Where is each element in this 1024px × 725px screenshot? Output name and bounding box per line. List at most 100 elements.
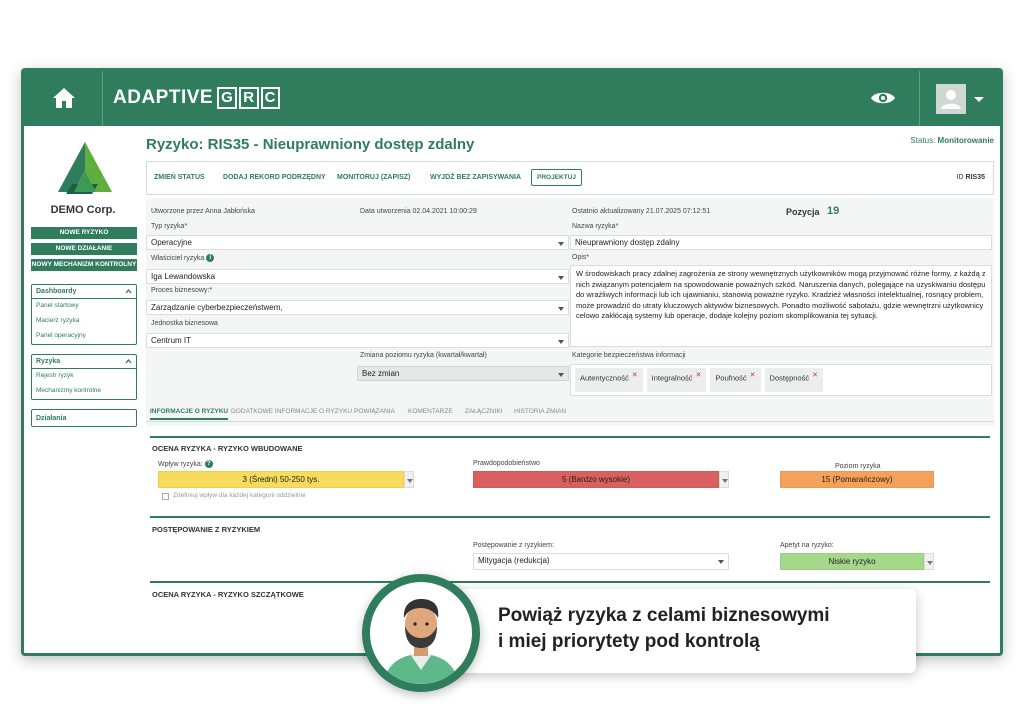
top-navigation-bar: ADAPTIVE G R C bbox=[24, 71, 1000, 126]
section-divider bbox=[150, 436, 990, 438]
page-title: Ryzyko: RIS35 - Nieuprawniony dostęp zda… bbox=[146, 136, 475, 153]
sidebar-item-start-panel[interactable]: Panel startowy bbox=[32, 299, 136, 314]
sidebar-group-header[interactable]: Dashboardy bbox=[32, 285, 136, 299]
remove-icon[interactable]: ✕ bbox=[696, 372, 702, 379]
eye-icon[interactable] bbox=[870, 90, 896, 106]
created-date: Data utworzenia 02.04.2021 10:00:29 bbox=[360, 208, 477, 215]
status-value: Monitorowanie bbox=[937, 136, 994, 145]
record-id: ID RIS35 bbox=[957, 174, 985, 181]
tab-additional-info[interactable]: DODATKOWE INFORMACJE O RYZYKU bbox=[231, 408, 352, 415]
sidebar-item-controls[interactable]: Mechanizmy kontrolne bbox=[32, 384, 136, 399]
section-divider bbox=[150, 516, 990, 518]
chevron-down-icon[interactable] bbox=[974, 97, 984, 102]
sidebar-item-risk-register[interactable]: Rejestr ryzyk bbox=[32, 369, 136, 384]
risk-type-label: Typ ryzyka* bbox=[151, 223, 188, 230]
category-tag-label: Autentyczność bbox=[580, 373, 629, 383]
tab-comments[interactable]: KOMENTARZE bbox=[408, 408, 453, 415]
sidebar-group-header[interactable]: Działania bbox=[32, 410, 136, 426]
brand-grc: G R C bbox=[215, 87, 280, 109]
unit-value: Centrum IT bbox=[151, 336, 192, 345]
treatment-select[interactable]: Mitygacja (redukcja) bbox=[473, 553, 729, 570]
design-button[interactable]: PROJEKTUJ bbox=[531, 169, 583, 186]
new-action-button[interactable]: NOWE DZIAŁANIE bbox=[31, 243, 137, 255]
description-textarea[interactable]: W środowiskach pracy zdalnej zagrożenia … bbox=[570, 265, 992, 347]
sidebar-item-risk-matrix[interactable]: Macierz ryzyka bbox=[32, 314, 136, 329]
probability-select[interactable]: 5 (Bardzo wysokie) bbox=[473, 471, 719, 488]
remove-icon[interactable]: ✕ bbox=[632, 372, 638, 379]
change-status-button[interactable]: ZMIEŃ STATUS bbox=[154, 174, 205, 181]
appetite-select[interactable]: Niskie ryzyko bbox=[780, 553, 924, 570]
owner-value: Iga Lewandowska bbox=[151, 272, 216, 281]
impact-select[interactable]: 3 (Średni) 50-250 tys. bbox=[158, 471, 404, 488]
brand-name: ADAPTIVE bbox=[113, 87, 214, 108]
consultant-avatar bbox=[362, 574, 480, 692]
chevron-down-icon[interactable] bbox=[404, 471, 414, 488]
process-select[interactable]: Zarządzanie cyberbezpieczeństwem, bbox=[146, 300, 569, 315]
monitor-save-button[interactable]: MONITORUJ (ZAPISZ) bbox=[337, 174, 410, 181]
chevron-down-icon bbox=[558, 242, 564, 246]
chevron-up-icon[interactable] bbox=[125, 288, 132, 295]
appetite-label: Apetyt na ryzyko: bbox=[780, 542, 834, 549]
promo-line: Powiąż ryzyka z celami biznesowymi bbox=[498, 605, 830, 626]
remove-icon[interactable]: ✕ bbox=[812, 372, 818, 379]
categories-tag-input[interactable]: Autentyczność ✕ Integralność ✕ Poufność ✕ D… bbox=[570, 364, 992, 396]
change-select[interactable]: Bez zmian bbox=[357, 366, 569, 381]
categories-label: Kategorie bezpieczeństwa informacji bbox=[572, 352, 686, 359]
chevron-down-icon[interactable] bbox=[719, 471, 729, 488]
info-icon[interactable]: i bbox=[206, 254, 215, 262]
risk-type-select[interactable]: Operacyjne bbox=[146, 235, 569, 250]
impact-label: Wpływ ryzyka:? bbox=[158, 460, 213, 468]
treatment-section-title: POSTĘPOWANIE Z RYZYKIEM bbox=[152, 525, 261, 534]
checkbox[interactable] bbox=[162, 493, 169, 500]
brand-letter: C bbox=[260, 87, 280, 109]
tab-risk-info[interactable]: INFORMACJE O RYZYKU bbox=[150, 408, 229, 420]
chevron-up-icon[interactable] bbox=[125, 358, 132, 365]
category-tag: Autentyczność ✕ bbox=[575, 368, 643, 392]
info-icon[interactable]: ? bbox=[204, 460, 213, 468]
new-control-button[interactable]: NOWY MECHANIZM KONTROLNY bbox=[31, 259, 137, 271]
category-tag: Integralność ✕ bbox=[646, 368, 707, 392]
change-label: Zmiana poziomu ryzyka (kwartał/kwartał) bbox=[360, 352, 487, 359]
divider bbox=[919, 71, 920, 126]
tab-attachments[interactable]: ZAŁĄCZNIKI bbox=[465, 408, 503, 415]
unit-select[interactable]: Centrum IT bbox=[146, 333, 569, 348]
sidebar-group-dashboards: Dashboardy Panel startowy Macierz ryzyka… bbox=[31, 284, 137, 345]
sidebar-group-title: Dashboardy bbox=[36, 288, 77, 295]
updated-date: Ostatnio aktualizowany 21.07.2025 07:12:… bbox=[572, 208, 711, 215]
home-icon[interactable] bbox=[52, 87, 76, 109]
tab-history[interactable]: HISTORIA ZMIAN bbox=[514, 408, 566, 415]
id-label: ID bbox=[956, 174, 964, 181]
change-value: Bez zmian bbox=[362, 369, 400, 378]
residual-section-title: OCENA RYZYKA - RYZYKO SZCZĄTKOWE bbox=[152, 590, 304, 599]
category-tag-label: Poufność bbox=[715, 373, 747, 383]
user-avatar-icon[interactable] bbox=[936, 84, 966, 114]
sidebar-group-title: Ryzyka bbox=[36, 358, 61, 365]
owner-select[interactable]: Iga Lewandowska bbox=[146, 269, 569, 284]
chevron-down-icon[interactable] bbox=[924, 553, 934, 570]
brand-logo[interactable]: ADAPTIVE G R C bbox=[113, 87, 280, 109]
new-risk-button[interactable]: NOWE RYZYKO bbox=[31, 227, 137, 239]
brand-letter: G bbox=[217, 87, 238, 109]
main-content: Ryzyko: RIS35 - Nieuprawniony dostęp zda… bbox=[146, 126, 996, 653]
treatment-label: Postępowanie z ryzykiem: bbox=[473, 542, 554, 549]
section-divider bbox=[150, 581, 990, 583]
sidebar-group-header[interactable]: Ryzyka bbox=[32, 355, 136, 369]
position-value: 19 bbox=[827, 205, 840, 217]
remove-icon[interactable]: ✕ bbox=[750, 372, 756, 379]
category-tag: Dostępność ✕ bbox=[764, 368, 824, 392]
sidebar-item-operational-panel[interactable]: Panel operacyjny bbox=[32, 329, 136, 344]
description-label: Opis* bbox=[572, 254, 590, 261]
sidebar-group-risks: Ryzyka Rejestr ryzyk Mechanizmy kontroln… bbox=[31, 354, 137, 400]
risk-name-input[interactable]: Nieuprawniony dostęp zdalny bbox=[570, 235, 992, 250]
promo-callout: Powiąż ryzyka z celami biznesowymi i mie… bbox=[440, 589, 916, 673]
position-label: Pozycja bbox=[786, 207, 820, 217]
created-by: Utworzone przez Anna Jabłońska bbox=[151, 208, 255, 215]
exit-without-saving-button[interactable]: WYJDŹ BEZ ZAPISYWANIA bbox=[430, 174, 521, 181]
add-child-record-button[interactable]: DODAJ REKORD PODRZĘDNY bbox=[223, 174, 326, 181]
tab-relations[interactable]: POWIĄZANIA bbox=[354, 408, 395, 415]
probability-label: Prawdopodobieństwo bbox=[473, 460, 540, 467]
category-tag-label: Dostępność bbox=[769, 373, 810, 383]
unit-label: Jednostka biznesowa bbox=[151, 320, 218, 327]
company-logo bbox=[58, 142, 112, 194]
status-label: Status: bbox=[910, 136, 936, 145]
